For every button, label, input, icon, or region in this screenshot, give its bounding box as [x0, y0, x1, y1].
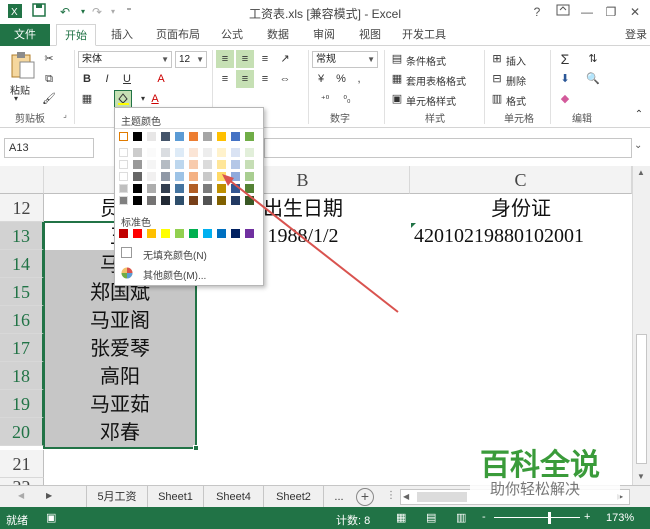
annotation-arrow — [222, 174, 399, 313]
